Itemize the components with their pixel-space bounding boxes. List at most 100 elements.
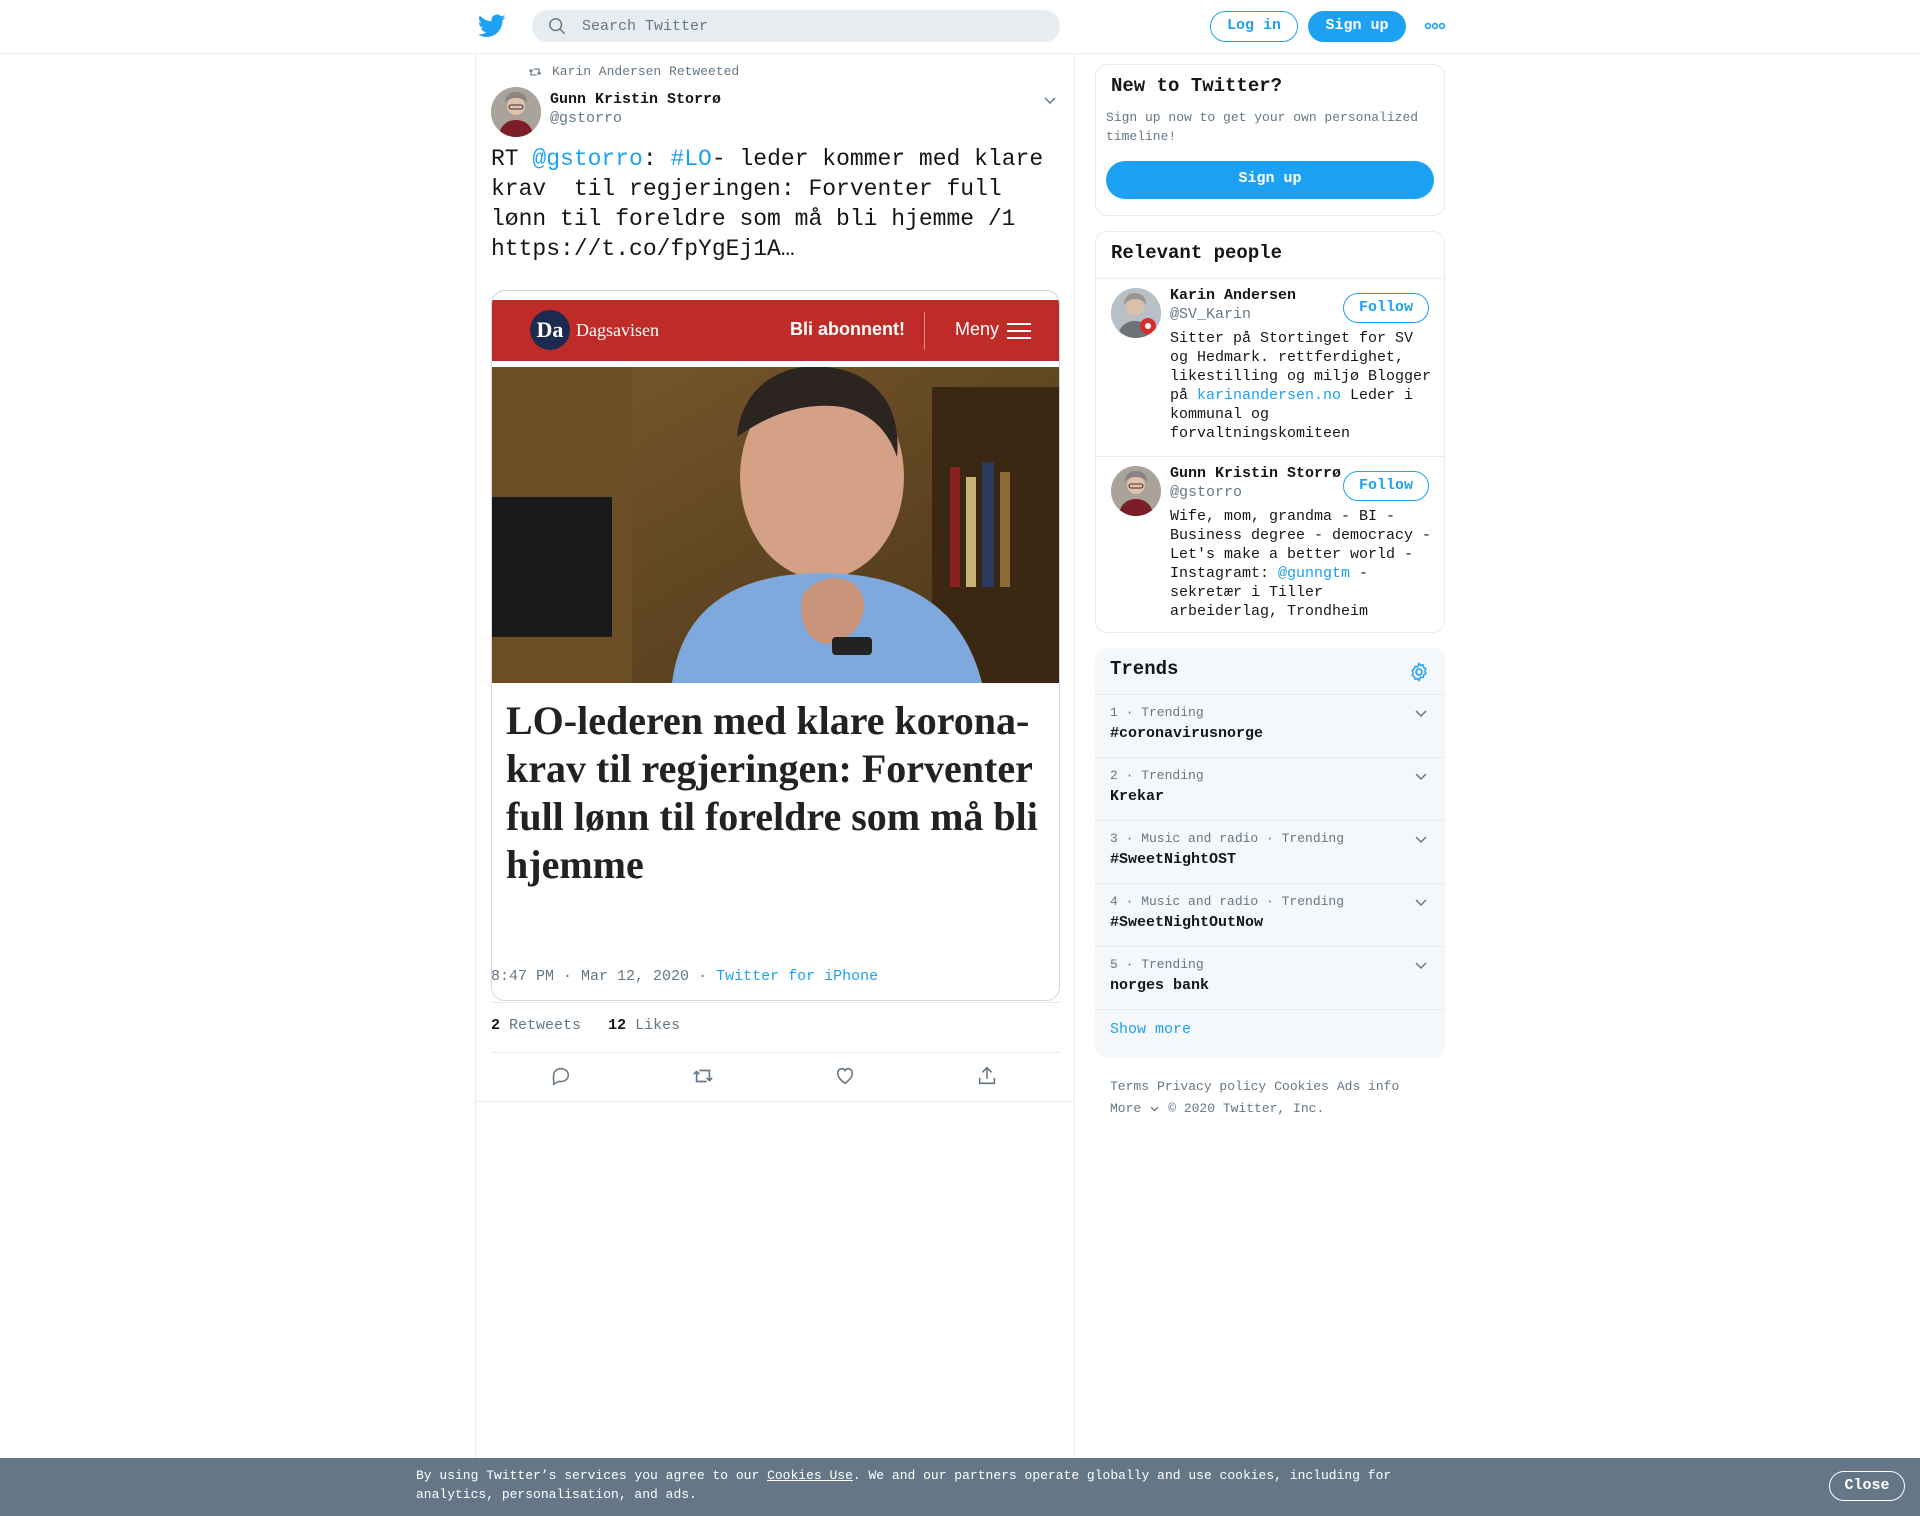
dagsavisen-logo: Da [530, 310, 570, 350]
trend-meta: 4 · Music and radio · Trending [1110, 894, 1345, 909]
card-menu-label: Meny [955, 319, 1000, 339]
card-site-name: Dagsavisen [576, 320, 659, 340]
share-icon[interactable] [976, 1065, 998, 1087]
divider [1096, 278, 1444, 279]
tweet-text-prefix: RT [491, 146, 533, 172]
avatar[interactable] [1111, 288, 1161, 338]
footer-terms-link[interactable]: Terms [1110, 1079, 1149, 1094]
footer-links: Terms Privacy policy Cookies Ads info More ©… [1110, 1076, 1440, 1120]
likes-label[interactable]: Likes [635, 1017, 680, 1034]
gear-icon[interactable] [1408, 661, 1430, 683]
card-subscribe-label: Bli abonnent! [790, 319, 905, 339]
chevron-down-icon[interactable] [1413, 831, 1429, 847]
divider [491, 1052, 1061, 1053]
search-placeholder: Search Twitter [582, 17, 709, 35]
new-to-twitter-panel: New to Twitter? Sign up now to get your … [1095, 64, 1445, 216]
trend-item[interactable]: 1 · Trending #coronavirusnorge [1095, 694, 1445, 757]
tweet-text-colon: : [642, 146, 671, 172]
trend-item[interactable]: 2 · Trending Krekar [1095, 757, 1445, 820]
trends-title: Trends [1110, 658, 1179, 680]
search-icon [549, 18, 565, 34]
cookies-use-link[interactable]: Cookies Use [767, 1468, 853, 1483]
tweet-text: RT @gstorro: #LO- leder kommer med klare… [491, 144, 1061, 264]
person-bio-link[interactable]: @gunngtm [1278, 565, 1350, 582]
trend-name[interactable]: Krekar [1110, 788, 1164, 805]
author-handle[interactable]: @gstorro [550, 110, 622, 127]
trend-meta: 3 · Music and radio · Trending [1110, 831, 1345, 846]
person-handle[interactable]: @gstorro [1170, 484, 1242, 501]
retweeted-by-label[interactable]: Karin Andersen Retweeted [552, 64, 739, 79]
follow-button[interactable]: Follow [1343, 471, 1429, 501]
footer-more-label[interactable]: More [1110, 1101, 1141, 1116]
person-name[interactable]: Karin Andersen [1170, 287, 1350, 304]
footer-ads-link[interactable]: Ads info [1337, 1079, 1399, 1094]
person-handle[interactable]: @SV_Karin [1170, 306, 1251, 323]
login-button[interactable]: Log in [1210, 11, 1298, 42]
trend-name[interactable]: #coronavirusnorge [1110, 725, 1263, 742]
retweet-icon [528, 68, 542, 75]
search-input[interactable]: Search Twitter [532, 10, 1060, 42]
follow-button[interactable]: Follow [1343, 293, 1429, 323]
chevron-down-icon[interactable] [1413, 894, 1429, 910]
relevant-people-title: Relevant people [1111, 242, 1283, 264]
cookie-text: By using Twitter’s services you agree to… [416, 1466, 1416, 1504]
trend-item[interactable]: 3 · Music and radio · Trending #SweetNig… [1095, 820, 1445, 883]
card-header-divider [924, 312, 925, 350]
tweet-source-link[interactable]: Twitter for iPhone [716, 968, 878, 985]
trend-item[interactable]: 5 · Trending norges bank [1095, 946, 1445, 1009]
avatar[interactable] [491, 87, 541, 137]
chevron-down-icon[interactable] [1042, 92, 1058, 108]
trend-name[interactable]: #SweetNightOST [1110, 851, 1236, 868]
sidebar-signup-button[interactable]: Sign up [1106, 161, 1434, 199]
footer-copyright: © 2020 Twitter, Inc. [1168, 1101, 1325, 1116]
divider [1096, 456, 1444, 457]
card-site-header: Da Dagsavisen Bli abonnent! Meny [492, 300, 1059, 361]
tweet-hashtag-link[interactable]: #LO [670, 146, 711, 172]
close-button[interactable]: Close [1829, 1471, 1905, 1501]
tweet-timestamp[interactable]: 8:47 PM · Mar 12, 2020 [491, 968, 689, 985]
reply-icon[interactable] [550, 1065, 572, 1087]
show-more-link[interactable]: Show more [1110, 1021, 1191, 1038]
chevron-down-icon[interactable] [1413, 705, 1429, 721]
card-photo [492, 367, 1059, 683]
tweet-mention-link[interactable]: @gstorro [532, 146, 642, 172]
retweet-icon[interactable] [692, 1065, 714, 1087]
footer-privacy-link[interactable]: Privacy policy [1157, 1079, 1266, 1094]
footer-cookies-link[interactable]: Cookies [1274, 1079, 1329, 1094]
signup-button[interactable]: Sign up [1308, 11, 1406, 42]
footer-more-link[interactable]: More [1110, 1101, 1160, 1116]
person-name[interactable]: Gunn Kristin Storrø [1170, 465, 1345, 482]
card-headline: LO-lederen med klare korona-krav til reg… [506, 698, 1038, 887]
likes-count[interactable]: 12 [608, 1017, 626, 1034]
chevron-down-icon[interactable] [1413, 768, 1429, 784]
retweets-label[interactable]: Retweets [509, 1017, 581, 1034]
hamburger-icon [1007, 323, 1031, 339]
tweet-stats: 2 Retweets 12 Likes [491, 1017, 680, 1034]
meta-separator: · [689, 968, 717, 985]
trend-name[interactable]: norges bank [1110, 977, 1209, 994]
chevron-down-icon[interactable] [1413, 957, 1429, 973]
chevron-down-icon[interactable] [1149, 1103, 1160, 1114]
person-bio: Wife, mom, grandma - BI - Business degre… [1170, 507, 1435, 621]
trend-item[interactable]: 4 · Music and radio · Trending #SweetNig… [1095, 883, 1445, 946]
divider [491, 1002, 1061, 1003]
tweet-actions [491, 1065, 1061, 1095]
author-name[interactable]: Gunn Kristin Storrø [550, 91, 721, 108]
trend-name[interactable]: #SweetNightOutNow [1110, 914, 1263, 931]
divider [1095, 1009, 1445, 1010]
link-card[interactable]: Da Dagsavisen Bli abonnent! Meny LO-lede… [491, 290, 1060, 1001]
cookie-banner: By using Twitter’s services you agree to… [0, 1458, 1920, 1516]
divider [476, 1101, 1074, 1102]
tweet-timestamp-line: 8:47 PM · Mar 12, 2020 · Twitter for iPh… [491, 968, 878, 985]
person-bio: Sitter på Stortinget for SV og Hedmark. … [1170, 329, 1435, 443]
retweeted-by: Karin Andersen Retweeted [528, 64, 739, 79]
cookie-text-1: By using Twitter’s services you agree to… [416, 1468, 768, 1483]
person-bio-link[interactable]: karinandersen.no [1197, 387, 1341, 404]
twitter-bird-icon[interactable] [478, 14, 506, 38]
more-dots-icon[interactable] [1424, 18, 1446, 34]
like-icon[interactable] [834, 1065, 856, 1087]
main-column: Karin Andersen Retweeted Gunn Kristin St… [475, 54, 1075, 1460]
avatar[interactable] [1111, 466, 1161, 516]
trend-meta: 1 · Trending [1110, 705, 1204, 720]
retweets-count[interactable]: 2 [491, 1017, 500, 1034]
